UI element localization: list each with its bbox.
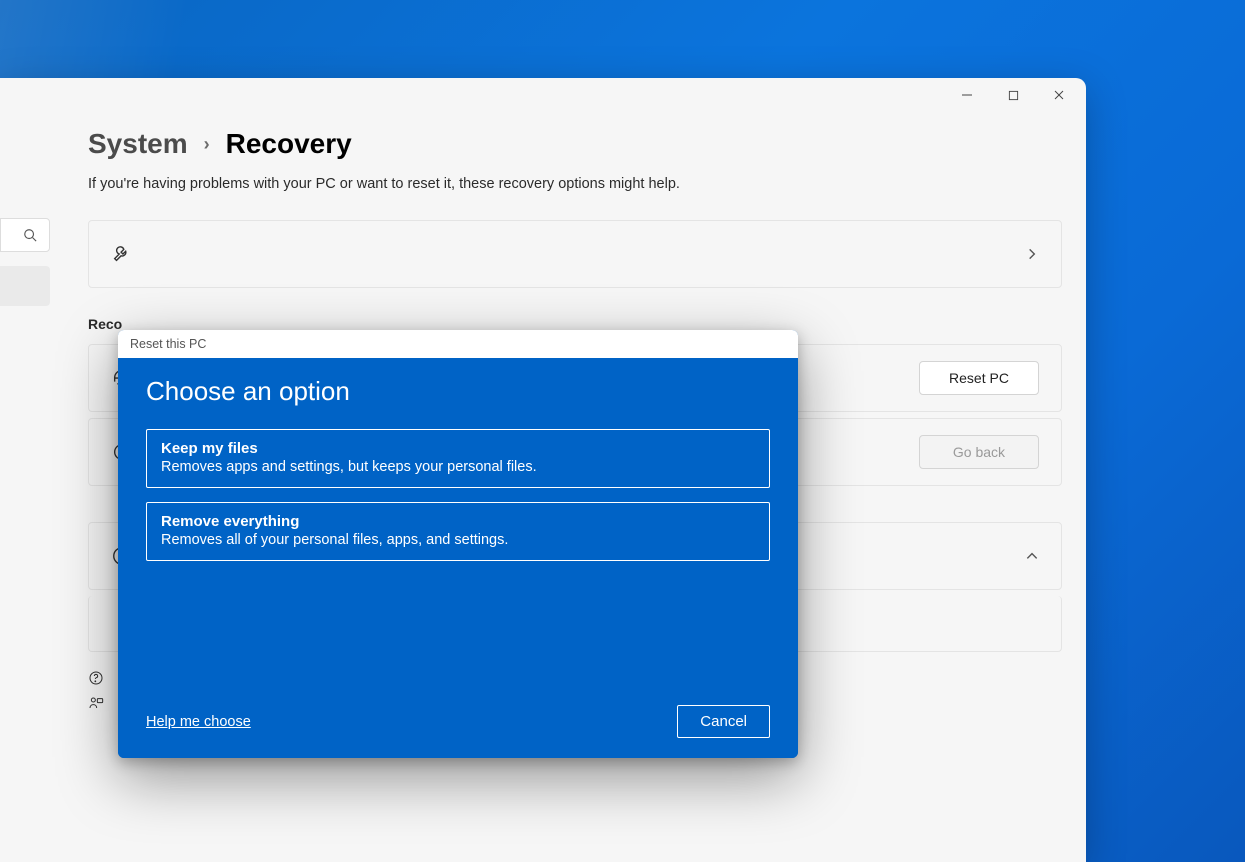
option-keep-my-files[interactable]: Keep my files Removes apps and settings,… — [146, 429, 770, 488]
troubleshoot-card[interactable] — [88, 220, 1062, 288]
help-me-choose-link[interactable]: Help me choose — [146, 714, 251, 730]
minimize-button[interactable] — [944, 79, 990, 111]
search-input[interactable] — [0, 218, 50, 252]
maximize-button[interactable] — [990, 79, 1036, 111]
page-title: Recovery — [226, 128, 352, 160]
chevron-right-icon — [1025, 247, 1039, 261]
dialog-window-title: Reset this PC — [118, 330, 798, 358]
option-title: Keep my files — [161, 440, 755, 457]
breadcrumb-parent[interactable]: System — [88, 128, 188, 160]
option-title: Remove everything — [161, 513, 755, 530]
reset-pc-button[interactable]: Reset PC — [919, 361, 1039, 395]
chevron-right-icon: › — [204, 134, 210, 155]
sidebar-item-system[interactable] — [0, 266, 50, 306]
reset-pc-dialog: Reset this PC Choose an option Keep my f… — [118, 330, 798, 758]
cancel-button[interactable]: Cancel — [677, 705, 770, 738]
search-icon — [23, 228, 37, 242]
wrench-icon — [111, 243, 133, 265]
navigation-rail — [0, 218, 50, 306]
help-icon — [88, 670, 104, 686]
window-titlebar — [0, 78, 1086, 112]
option-remove-everything[interactable]: Remove everything Removes all of your pe… — [146, 502, 770, 561]
page-subtitle: If you're having problems with your PC o… — [88, 176, 1062, 192]
chevron-up-icon — [1025, 549, 1039, 563]
breadcrumb: System › Recovery — [88, 128, 1062, 160]
desktop-gradient — [0, 0, 1245, 90]
settings-window: System › Recovery If you're having probl… — [0, 78, 1086, 862]
go-back-button: Go back — [919, 435, 1039, 469]
feedback-icon — [88, 696, 104, 712]
dialog-title: Choose an option — [146, 376, 770, 407]
option-desc: Removes all of your personal files, apps… — [161, 532, 755, 548]
close-button[interactable] — [1036, 79, 1082, 111]
option-desc: Removes apps and settings, but keeps you… — [161, 459, 755, 475]
